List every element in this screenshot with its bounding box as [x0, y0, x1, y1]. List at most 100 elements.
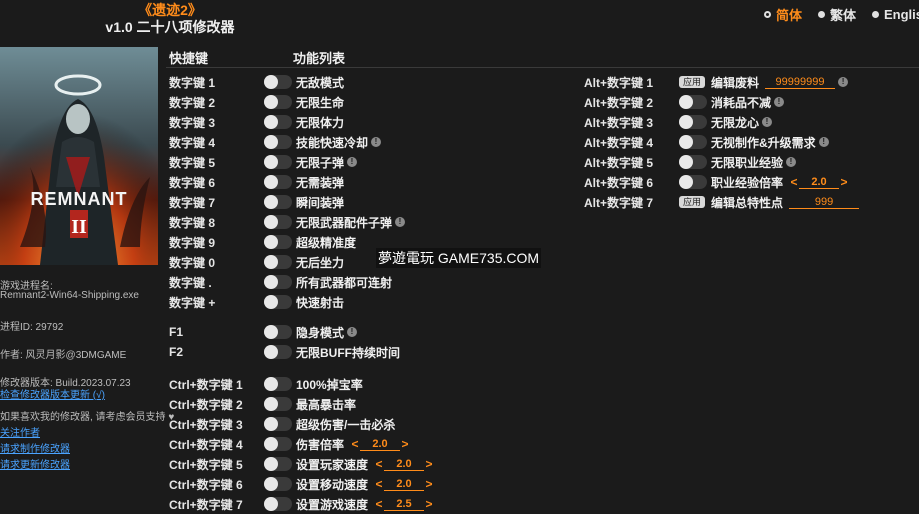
radio-icon	[764, 10, 771, 18]
lang-traditional[interactable]: 繁体	[818, 6, 856, 23]
stepper-value[interactable]: 2.0	[799, 176, 840, 189]
cheat-label: 无后坐力	[296, 255, 345, 270]
cheat-row: Ctrl+数字键 5 设置玩家速度 <2.0 >	[169, 454, 434, 474]
cheat-toggle[interactable]	[264, 295, 292, 309]
stepper-value[interactable]: 2.5	[384, 498, 425, 511]
cheat-toggle[interactable]	[264, 195, 292, 209]
hotkey: 数字键 0	[169, 255, 216, 270]
increase-arrow-icon[interactable]: >	[400, 437, 410, 451]
cheat-row: F2 无限BUFF持续时间	[169, 342, 400, 362]
info-icon[interactable]: !	[786, 157, 797, 167]
cheat-toggle[interactable]	[264, 345, 292, 359]
request-trainer-link[interactable]: 请求制作修改器	[0, 440, 70, 455]
cheat-toggle[interactable]	[679, 95, 707, 109]
cheat-toggle[interactable]	[264, 95, 292, 109]
cheat-row: F1 隐身模式!	[169, 322, 400, 342]
cheat-toggle[interactable]	[264, 75, 292, 89]
hotkey: Ctrl+数字键 4	[169, 437, 243, 452]
radio-icon	[818, 10, 825, 18]
alt-cheat-list: Alt+数字键 1 应用 编辑废料 99999999! Alt+数字键 2 消耗品不减!…	[584, 72, 860, 212]
cheat-label: 编辑废料	[711, 75, 760, 90]
cheat-label: 无限职业经验	[711, 155, 784, 170]
cheat-toggle[interactable]	[264, 497, 292, 511]
cheat-row: Alt+数字键 3 无限龙心!	[584, 112, 859, 132]
info-icon[interactable]: !	[762, 117, 773, 127]
cheat-toggle[interactable]	[264, 255, 292, 269]
cheat-label: 无限子弹	[296, 155, 345, 170]
info-icon[interactable]: !	[395, 217, 406, 227]
lang-simplified[interactable]: 简体	[764, 6, 802, 23]
cheat-label: 技能快速冷却	[296, 135, 369, 150]
cheat-label: 超级伤害/一击必杀	[296, 417, 396, 432]
cheat-toggle[interactable]	[264, 437, 292, 451]
cheat-row: Ctrl+数字键 3 超级伤害/一击必杀	[169, 414, 434, 434]
hotkey: Ctrl+数字键 6	[169, 477, 243, 492]
info-icon[interactable]: !	[774, 97, 785, 107]
cheat-row: Ctrl+数字键 2 最高暴击率	[169, 394, 434, 414]
cheat-toggle[interactable]	[264, 417, 292, 431]
lang-english[interactable]: English	[872, 6, 919, 22]
cheat-label: 所有武器都可连射	[296, 275, 393, 290]
cheat-toggle[interactable]	[264, 457, 292, 471]
cheat-label: 快速射击	[296, 295, 345, 310]
cheat-label: 瞬间装弹	[296, 195, 345, 210]
cheat-toggle[interactable]	[264, 377, 292, 391]
hotkey: Alt+数字键 4	[584, 135, 654, 150]
info-icon[interactable]: !	[371, 137, 382, 147]
hotkey: 数字键 6	[169, 175, 216, 190]
edit-value-input[interactable]: 99999999	[765, 76, 836, 89]
cheat-toggle[interactable]	[679, 115, 707, 129]
cheat-toggle[interactable]	[264, 215, 292, 229]
stepper-value[interactable]: 2.0	[360, 438, 401, 451]
cheat-toggle[interactable]	[264, 175, 292, 189]
cheat-label: 100%掉宝率	[296, 377, 363, 392]
cheat-toggle[interactable]	[679, 135, 707, 149]
cheat-row: 数字键 1 无敌模式	[169, 72, 405, 92]
cheat-toggle[interactable]	[679, 155, 707, 169]
cheat-label: 超级精准度	[296, 235, 357, 250]
stepper-value[interactable]: 2.0	[384, 478, 425, 491]
cheat-label: 设置移动速度	[296, 477, 369, 492]
apply-button[interactable]: 应用	[679, 76, 706, 88]
cheat-row: Ctrl+数字键 4 伤害倍率 <2.0 >	[169, 434, 434, 454]
increase-arrow-icon[interactable]: >	[424, 457, 434, 471]
increase-arrow-icon[interactable]: >	[424, 477, 434, 491]
increase-arrow-icon[interactable]: >	[839, 175, 849, 189]
apply-button[interactable]: 应用	[679, 196, 706, 208]
value-stepper: <2.0 >	[374, 457, 434, 471]
cheat-row: 数字键 5 无限子弹!	[169, 152, 405, 172]
info-icon[interactable]: !	[347, 327, 358, 337]
follow-author-link[interactable]: 关注作者	[0, 424, 40, 439]
cheat-toggle[interactable]	[264, 155, 292, 169]
check-update-link[interactable]: 检查修改器版本更新 (√)	[0, 386, 105, 401]
cheat-row: 数字键 7 瞬间装弹	[169, 192, 405, 212]
decrease-arrow-icon[interactable]: <	[374, 477, 384, 491]
increase-arrow-icon[interactable]: >	[424, 497, 434, 511]
cheat-row: 数字键 0 无后坐力	[169, 252, 405, 272]
cheat-toggle[interactable]	[264, 397, 292, 411]
decrease-arrow-icon[interactable]: <	[789, 175, 799, 189]
hotkey: 数字键 3	[169, 115, 216, 130]
cheat-toggle[interactable]	[264, 325, 292, 339]
cheat-toggle[interactable]	[264, 135, 292, 149]
svg-text:II: II	[71, 216, 87, 238]
info-icon[interactable]: !	[838, 77, 849, 87]
cheat-toggle[interactable]	[264, 477, 292, 491]
decrease-arrow-icon[interactable]: <	[350, 437, 360, 451]
cheat-label: 无限生命	[296, 95, 345, 110]
cheat-row: Alt+数字键 6 职业经验倍率 <2.0 >	[584, 172, 859, 192]
hotkey: 数字键 .	[169, 275, 212, 290]
cheat-toggle[interactable]	[264, 235, 292, 249]
decrease-arrow-icon[interactable]: <	[374, 497, 384, 511]
stepper-value[interactable]: 2.0	[384, 458, 425, 471]
cheat-toggle[interactable]	[679, 175, 707, 189]
cheat-row: Alt+数字键 2 消耗品不减!	[584, 92, 859, 112]
decrease-arrow-icon[interactable]: <	[374, 457, 384, 471]
info-icon[interactable]: !	[818, 137, 829, 147]
cheat-toggle[interactable]	[264, 275, 292, 289]
edit-value-input[interactable]: 999	[789, 196, 860, 209]
cheat-toggle[interactable]	[264, 115, 292, 129]
hotkey: F1	[169, 325, 184, 339]
request-update-link[interactable]: 请求更新修改器	[0, 456, 70, 471]
info-icon[interactable]: !	[347, 157, 358, 167]
